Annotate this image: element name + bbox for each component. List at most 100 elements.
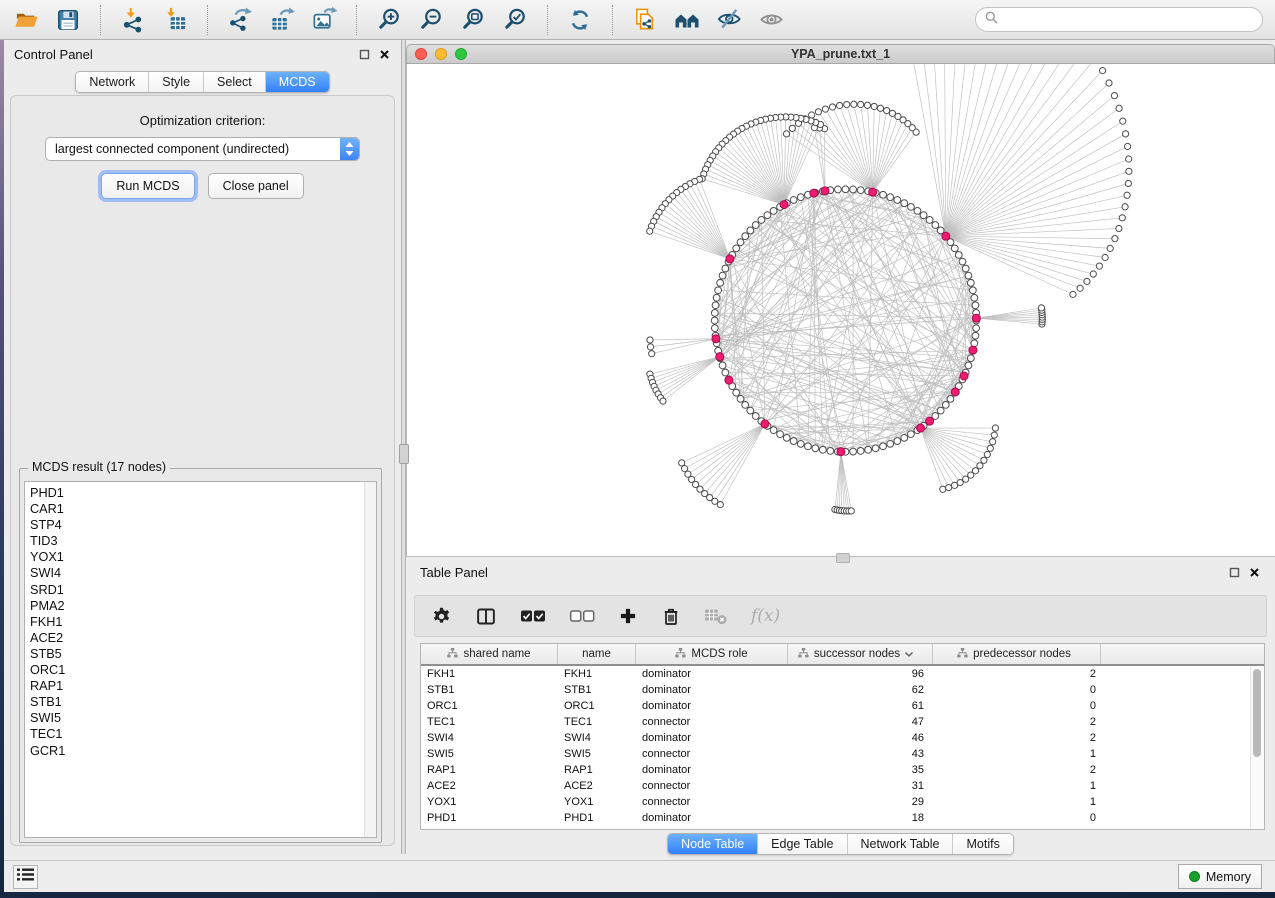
mcds-result-item[interactable]: STB1 xyxy=(25,694,376,710)
table-row[interactable]: TEC1TEC1connector472 xyxy=(421,714,1251,730)
table-row[interactable]: ACE2ACE2connector311 xyxy=(421,778,1251,794)
float-table-panel-icon[interactable] xyxy=(1227,565,1241,579)
mcds-result-item[interactable]: TEC1 xyxy=(25,726,376,742)
save-session-icon[interactable] xyxy=(54,6,82,34)
table-row[interactable]: ORC1ORC1dominator610 xyxy=(421,698,1251,714)
tab-network[interactable]: Network xyxy=(76,72,148,92)
mcds-result-item[interactable]: STP4 xyxy=(25,517,376,533)
import-network-icon[interactable] xyxy=(119,6,147,34)
vertical-splitter-handle[interactable] xyxy=(399,444,409,464)
open-session-icon[interactable] xyxy=(12,6,40,34)
refresh-layout-icon[interactable] xyxy=(566,6,594,34)
show-all-eye-icon[interactable] xyxy=(757,6,785,34)
table-row[interactable]: STB1STB1dominator620 xyxy=(421,682,1251,698)
horizontal-splitter-handle[interactable] xyxy=(836,553,850,563)
tab-network-table[interactable]: Network Table xyxy=(847,834,953,854)
table-cell: dominator xyxy=(636,668,788,680)
table-row[interactable]: YOX1YOX1connector291 xyxy=(421,794,1251,810)
zoom-in-icon[interactable] xyxy=(375,6,403,34)
network-file-icon[interactable] xyxy=(631,6,659,34)
table-cell: STB1 xyxy=(421,684,558,696)
column-header-predecessor-nodes[interactable]: predecessor nodes xyxy=(933,644,1101,664)
table-cell: ORC1 xyxy=(421,700,558,712)
add-column-icon[interactable] xyxy=(618,606,638,626)
tab-select[interactable]: Select xyxy=(203,72,265,92)
column-header-shared-name[interactable]: shared name xyxy=(421,644,558,664)
column-header-name[interactable]: name xyxy=(558,644,636,664)
table-body: FKH1FKH1dominator962STB1STB1dominator620… xyxy=(421,666,1251,829)
tab-mcds[interactable]: MCDS xyxy=(265,72,329,92)
minimize-window-icon[interactable] xyxy=(435,48,447,60)
zoom-out-icon[interactable] xyxy=(417,6,445,34)
mcds-list-scrollbar[interactable] xyxy=(364,482,376,837)
table-cell: dominator xyxy=(636,764,788,776)
table-row[interactable]: RAP1RAP1dominator352 xyxy=(421,762,1251,778)
maximize-window-icon[interactable] xyxy=(455,48,467,60)
mcds-result-item[interactable]: PHD1 xyxy=(25,485,376,501)
column-header-MCDS-role[interactable]: MCDS role xyxy=(636,644,788,664)
table-cell: connector xyxy=(636,780,788,792)
mcds-result-item[interactable]: TID3 xyxy=(25,533,376,549)
toolbar-separator xyxy=(207,5,208,35)
table-cell: ORC1 xyxy=(558,700,636,712)
tab-edge-table[interactable]: Edge Table xyxy=(757,834,846,854)
tab-motifs[interactable]: Motifs xyxy=(952,834,1012,854)
run-mcds-button[interactable]: Run MCDS xyxy=(101,173,194,199)
task-history-button[interactable] xyxy=(13,865,38,889)
first-neighbors-icon[interactable] xyxy=(673,6,701,34)
export-table-icon[interactable] xyxy=(268,6,296,34)
float-panel-icon[interactable] xyxy=(357,47,371,61)
table-cell: FKH1 xyxy=(558,668,636,680)
mcds-tab-content: Optimization criterion: largest connecte… xyxy=(10,95,395,846)
close-window-icon[interactable] xyxy=(415,48,427,60)
table-cell: SWI4 xyxy=(558,732,636,744)
mcds-result-item[interactable]: RAP1 xyxy=(25,678,376,694)
table-scrollbar-thumb[interactable] xyxy=(1253,669,1261,757)
table-row[interactable]: SWI4SWI4dominator462 xyxy=(421,730,1251,746)
search-field[interactable] xyxy=(975,7,1263,32)
toggle-panes-icon[interactable] xyxy=(475,606,497,627)
mcds-result-item[interactable]: ORC1 xyxy=(25,662,376,678)
table-row[interactable]: PHD1PHD1dominator180 xyxy=(421,810,1251,826)
zoom-selected-icon[interactable] xyxy=(501,6,529,34)
mcds-result-item[interactable]: SWI5 xyxy=(25,710,376,726)
export-image-icon[interactable] xyxy=(310,6,338,34)
tab-node-table[interactable]: Node Table xyxy=(668,834,757,854)
table-cell: 2 xyxy=(933,764,1101,776)
mcds-result-item[interactable]: STB5 xyxy=(25,646,376,662)
table-row[interactable]: SWI5SWI5connector431 xyxy=(421,746,1251,762)
mcds-result-item[interactable]: PMA2 xyxy=(25,598,376,614)
table-scrollbar[interactable] xyxy=(1250,666,1264,829)
table-cell: STB1 xyxy=(558,684,636,696)
settings-gear-icon[interactable] xyxy=(431,606,452,627)
zoom-fit-icon[interactable] xyxy=(459,6,487,34)
mcds-result-item[interactable]: SWI4 xyxy=(25,565,376,581)
delete-table-icon[interactable] xyxy=(704,606,728,626)
select-all-icon[interactable] xyxy=(520,609,546,623)
import-table-icon[interactable] xyxy=(161,6,189,34)
close-panel-icon[interactable] xyxy=(377,47,391,61)
table-cell: SWI4 xyxy=(421,732,558,744)
column-header-successor-nodes[interactable]: successor nodes xyxy=(788,644,933,664)
search-input[interactable] xyxy=(1004,12,1253,28)
network-canvas[interactable] xyxy=(406,64,1275,556)
mcds-result-item[interactable]: CAR1 xyxy=(25,501,376,517)
criterion-select[interactable]: largest connected component (undirected) xyxy=(45,137,360,161)
close-table-panel-icon[interactable] xyxy=(1247,565,1261,579)
delete-columns-trash-icon[interactable] xyxy=(661,606,681,627)
table-row[interactable]: FKH1FKH1dominator962 xyxy=(421,666,1251,682)
close-panel-button[interactable]: Close panel xyxy=(208,173,304,199)
column-label: name xyxy=(582,648,611,660)
column-type-icon xyxy=(447,648,458,661)
mcds-result-item[interactable]: SRD1 xyxy=(25,582,376,598)
mcds-result-item[interactable]: ACE2 xyxy=(25,630,376,646)
tab-style[interactable]: Style xyxy=(148,72,203,92)
deselect-all-icon[interactable] xyxy=(569,609,595,623)
hide-selected-eye-icon[interactable] xyxy=(715,6,743,34)
memory-button[interactable]: Memory xyxy=(1178,864,1262,889)
export-network-icon[interactable] xyxy=(226,6,254,34)
mcds-result-item[interactable]: GCR1 xyxy=(25,743,376,759)
network-window-titlebar[interactable]: YPA_prune.txt_1 xyxy=(406,44,1275,64)
mcds-result-item[interactable]: YOX1 xyxy=(25,549,376,565)
mcds-result-item[interactable]: FKH1 xyxy=(25,614,376,630)
